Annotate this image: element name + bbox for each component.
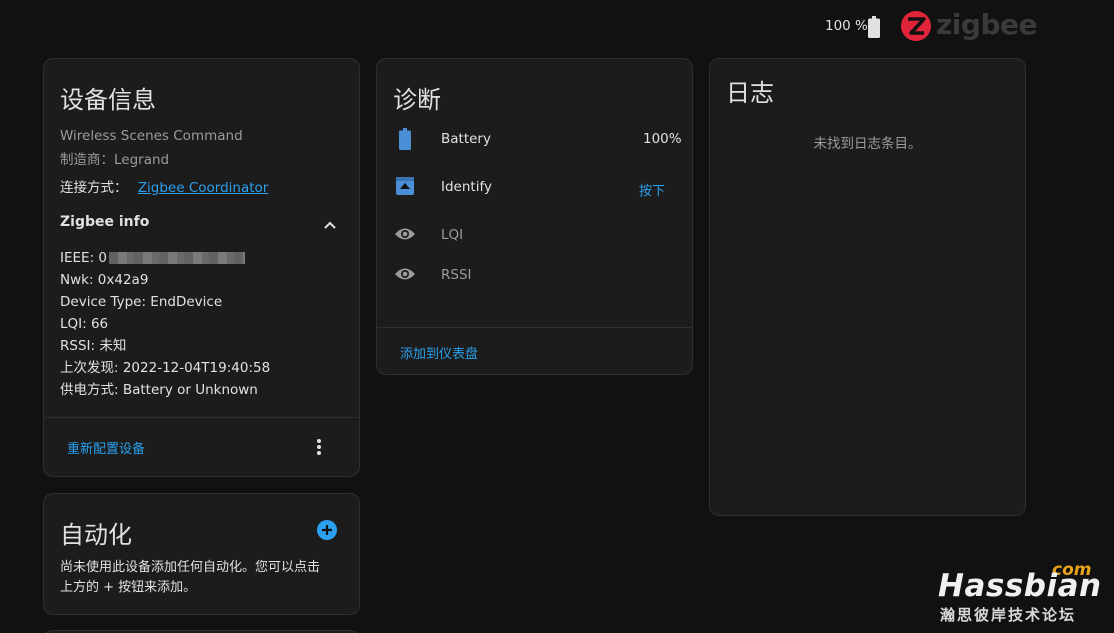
ieee-row: IEEE: 0 — [60, 247, 245, 269]
zigbee-coordinator-link[interactable]: Zigbee Coordinator — [138, 180, 269, 196]
eye-icon — [394, 266, 416, 282]
identify-icon — [396, 177, 414, 195]
diagnostic-label-lqi: LQI — [441, 227, 464, 243]
automation-description-line2: 上方的 + 按钮来添加。 — [60, 580, 197, 595]
rssi-row: RSSI: 未知 — [60, 338, 127, 354]
diagnostic-label-rssi: RSSI — [441, 267, 472, 283]
reconfigure-device-button[interactable]: 重新配置设备 — [67, 438, 145, 457]
automation-description-line1: 尚未使用此设备添加任何自动化。您可以点击 — [60, 560, 321, 575]
add-automation-icon[interactable] — [317, 520, 337, 540]
device-manufacturer: 制造商：Legrand — [60, 152, 170, 168]
zigbee-info-header: Zigbee info — [60, 214, 150, 230]
redacted-ieee — [109, 252, 245, 264]
diagnostic-label-identify: Identify — [441, 179, 492, 195]
diagnostic-row-lqi[interactable]: LQI — [377, 217, 692, 251]
watermark-subtitle: 瀚思彼岸技术论坛 — [940, 606, 1077, 624]
add-to-dashboard-button[interactable]: 添加到仪表盘 — [400, 343, 478, 362]
device-info-card: 设备信息 Wireless Scenes Command 制造商：Legrand… — [43, 58, 360, 477]
automation-card: 自动化 尚未使用此设备添加任何自动化。您可以点击 上方的 + 按钮来添加。 — [43, 493, 360, 615]
watermark-hassbian: Hassbian — [938, 568, 1102, 604]
connection-label: 连接方式： — [60, 180, 128, 196]
diagnostics-title: 诊断 — [393, 86, 441, 114]
logbook-title: 日志 — [726, 79, 774, 107]
diagnostic-value-battery: 100% — [643, 131, 682, 147]
battery-icon — [399, 128, 411, 150]
chevron-up-icon[interactable] — [322, 217, 338, 233]
diagnostics-card: 诊断 Battery 100% Identify 按下 LQI RSSI 添加到… — [376, 58, 693, 375]
diagnostic-row-battery[interactable]: Battery 100% — [377, 121, 692, 155]
more-vert-icon[interactable] — [310, 437, 328, 457]
card-divider — [44, 417, 359, 418]
power-source-row: 供电方式: Battery or Unknown — [60, 382, 258, 398]
ieee-label: IEEE: 0 — [60, 250, 107, 266]
automation-title: 自动化 — [60, 521, 132, 549]
zigbee-brand-text: zigbee — [936, 8, 1037, 41]
logbook-card: 日志 未找到日志条目。 — [709, 58, 1026, 516]
logbook-empty-text: 未找到日志条目。 — [813, 136, 922, 152]
device-info-title: 设备信息 — [60, 86, 156, 114]
last-seen-row: 上次发现: 2022-12-04T19:40:58 — [60, 360, 271, 376]
lqi-row: LQI: 66 — [60, 316, 109, 332]
device-type-row: Device Type: EndDevice — [60, 294, 223, 310]
connection-row: 连接方式： Zigbee Coordinator — [60, 176, 268, 196]
diagnostic-label-battery: Battery — [441, 131, 491, 147]
zigbee-logo-icon — [900, 10, 932, 42]
device-model: Wireless Scenes Command — [60, 128, 243, 144]
battery-full-icon — [868, 16, 880, 38]
battery-status-text: 100 % — [825, 18, 868, 34]
nwk-row: Nwk: 0x42a9 — [60, 272, 149, 288]
eye-icon — [394, 226, 416, 242]
identify-press-button[interactable]: 按下 — [639, 180, 665, 199]
diagnostic-row-rssi[interactable]: RSSI — [377, 257, 692, 291]
diagnostic-row-identify: Identify 按下 — [377, 169, 692, 203]
card-divider — [377, 327, 692, 328]
